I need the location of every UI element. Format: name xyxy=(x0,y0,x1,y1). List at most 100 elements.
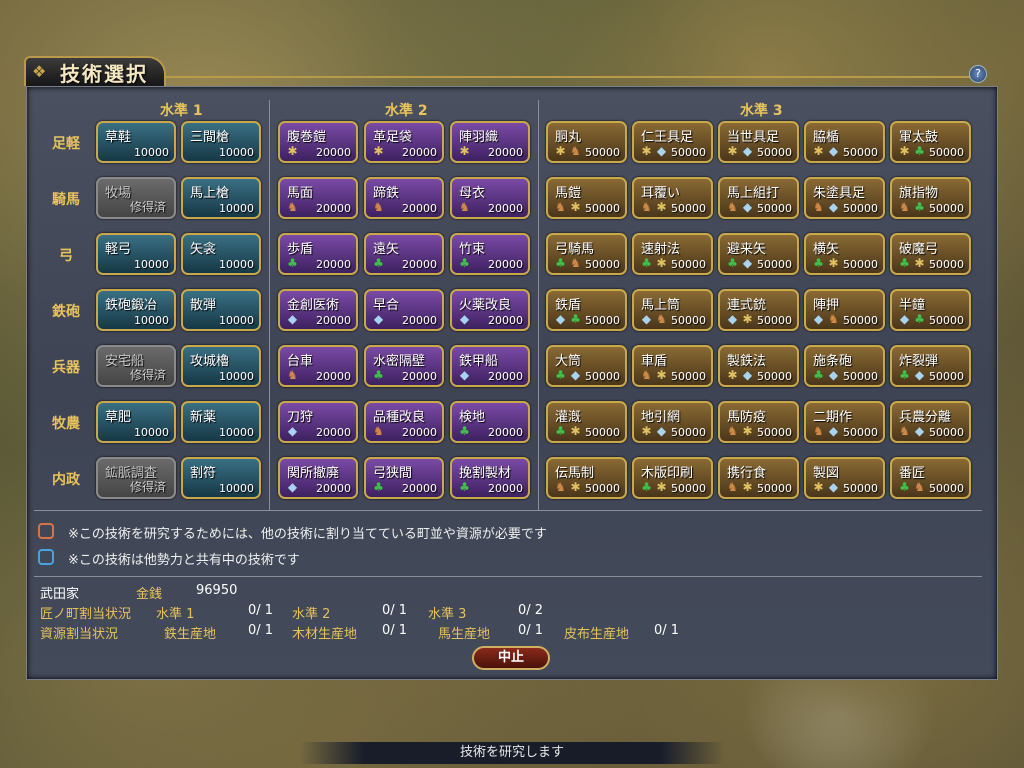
tech-cell[interactable]: 製鉄法 ✱ ◆ 50000 xyxy=(718,345,799,387)
tech-cost: 50000 xyxy=(757,146,792,159)
tech-cell[interactable]: 施条砲 ♣ ◆ 50000 xyxy=(804,345,885,387)
tech-cell[interactable]: 伝馬制 ♞ ✱ 50000 xyxy=(546,457,627,499)
tech-cell[interactable]: 番匠 ♣ ♞ 50000 xyxy=(890,457,971,499)
tech-cell[interactable]: 金創医術 ◆ 20000 xyxy=(278,289,358,331)
wood-resource-icon: ♣ xyxy=(813,368,824,382)
tech-cell[interactable]: 兵農分離 ♞ ◆ 50000 xyxy=(890,401,971,443)
tech-cost: 20000 xyxy=(488,370,523,383)
tech-cost: 50000 xyxy=(929,146,964,159)
tech-cell[interactable]: 陣押 ◆ ♞ 50000 xyxy=(804,289,885,331)
tech-name: 鉄砲鍛冶 xyxy=(105,298,158,313)
tech-cell[interactable]: 旗指物 ♞ ♣ 50000 xyxy=(890,177,971,219)
tech-cell[interactable]: 陣羽織 ✱ 20000 xyxy=(450,121,530,163)
tech-cell[interactable]: 耳覆い ♞ ✱ 50000 xyxy=(632,177,713,219)
tech-cell[interactable]: 鉄盾 ◆ ♣ 50000 xyxy=(546,289,627,331)
tech-cost: 50000 xyxy=(843,258,878,271)
tech-name: 品種改良 xyxy=(373,410,426,425)
tech-cell[interactable]: 早合 ◆ 20000 xyxy=(364,289,444,331)
tech-cell[interactable]: 台車 ♞ 20000 xyxy=(278,345,358,387)
help-icon[interactable]: ? xyxy=(969,65,987,83)
tech-cell[interactable]: 地引網 ✱ ◆ 50000 xyxy=(632,401,713,443)
cloth-resource-icon: ✱ xyxy=(641,144,652,158)
tech-cell[interactable]: 関所撤廃 ◆ 20000 xyxy=(278,457,358,499)
tech-cell[interactable]: 品種改良 ♞ 20000 xyxy=(364,401,444,443)
tech-cell[interactable]: 車盾 ♞ ✱ 50000 xyxy=(632,345,713,387)
tech-cell[interactable]: 鉄甲船 ◆ 20000 xyxy=(450,345,530,387)
wood-resource-icon: ♣ xyxy=(641,480,652,494)
stop-button[interactable]: 中止 xyxy=(472,646,550,670)
tech-cell[interactable]: 速射法 ♣ ✱ 50000 xyxy=(632,233,713,275)
tech-cell[interactable]: 弓狭間 ♣ 20000 xyxy=(364,457,444,499)
tech-cell[interactable]: 新薬 10000 xyxy=(181,401,261,443)
tech-cell[interactable]: 軍太鼓 ✱ ♣ 50000 xyxy=(890,121,971,163)
tech-cell[interactable]: 脇楯 ✱ ◆ 50000 xyxy=(804,121,885,163)
tech-name: 携行食 xyxy=(727,466,767,481)
tech-cell[interactable]: 火薬改良 ◆ 20000 xyxy=(450,289,530,331)
tech-name: 横矢 xyxy=(813,242,840,257)
cloth-resource-icon: ✱ xyxy=(459,144,470,158)
tech-cell[interactable]: 避来矢 ♣ ◆ 50000 xyxy=(718,233,799,275)
tech-cell[interactable]: 炸裂弾 ♣ ◆ 50000 xyxy=(890,345,971,387)
tech-cell[interactable]: 携行食 ♞ ✱ 50000 xyxy=(718,457,799,499)
tech-name: 破魔弓 xyxy=(899,242,939,257)
tech-cell[interactable]: 腹巻鎧 ✱ 20000 xyxy=(278,121,358,163)
cloth-resource-icon: ✱ xyxy=(570,424,581,438)
tech-cell[interactable]: 馬上組打 ♞ ◆ 50000 xyxy=(718,177,799,219)
tech-cell[interactable]: 散弾 10000 xyxy=(181,289,261,331)
tech-cell[interactable]: 検地 ♣ 20000 xyxy=(450,401,530,443)
title-rule xyxy=(164,76,984,78)
tech-cell[interactable]: 革足袋 ✱ 20000 xyxy=(364,121,444,163)
tech-cell[interactable]: 馬上槍 10000 xyxy=(181,177,261,219)
tech-cell[interactable]: 大筒 ♣ ◆ 50000 xyxy=(546,345,627,387)
tech-cell[interactable]: 歩盾 ♣ 20000 xyxy=(278,233,358,275)
tech-cell[interactable]: 二期作 ♞ ◆ 50000 xyxy=(804,401,885,443)
tech-cell[interactable]: 当世具足 ✱ ◆ 50000 xyxy=(718,121,799,163)
tech-cell[interactable]: 胴丸 ✱ ♞ 50000 xyxy=(546,121,627,163)
cloth-resource-icon: ✱ xyxy=(555,144,566,158)
horse-resource-icon: ♞ xyxy=(555,480,566,494)
tech-cell[interactable]: 遠矢 ♣ 20000 xyxy=(364,233,444,275)
orange-legend-swatch xyxy=(38,523,54,539)
cloth-resource-icon: ✱ xyxy=(656,256,667,270)
tech-cell[interactable]: 馬面 ♞ 20000 xyxy=(278,177,358,219)
tech-cell[interactable]: 弓騎馬 ♣ ♞ 50000 xyxy=(546,233,627,275)
learned-status: 修得済 xyxy=(129,480,166,494)
tech-name: 地引網 xyxy=(641,410,681,425)
tech-name: 腹巻鎧 xyxy=(287,130,327,145)
horse-resource-icon: ♞ xyxy=(727,200,738,214)
tech-cell[interactable]: 半鐘 ◆ ♣ 50000 xyxy=(890,289,971,331)
tech-cell[interactable]: 挽割製材 ♣ 20000 xyxy=(450,457,530,499)
tech-cell[interactable]: 馬鎧 ♞ ✱ 50000 xyxy=(546,177,627,219)
tech-cell[interactable]: 製図 ✱ ◆ 50000 xyxy=(804,457,885,499)
tech-cost: 20000 xyxy=(316,258,351,271)
tech-cell[interactable]: 朱塗具足 ♞ ◆ 50000 xyxy=(804,177,885,219)
tech-cell[interactable]: 連式銃 ◆ ✱ 50000 xyxy=(718,289,799,331)
tech-name: 番匠 xyxy=(899,466,926,481)
tech-cell[interactable]: 破魔弓 ♣ ✱ 50000 xyxy=(890,233,971,275)
tech-name: 火薬改良 xyxy=(459,298,512,313)
tech-cell[interactable]: 刀狩 ◆ 20000 xyxy=(278,401,358,443)
tech-cell[interactable]: 竹束 ♣ 20000 xyxy=(450,233,530,275)
tech-cell[interactable]: 軽弓 10000 xyxy=(96,233,176,275)
tech-cell[interactable]: 三間槍 10000 xyxy=(181,121,261,163)
tech-cell[interactable]: 馬上筒 ◆ ♞ 50000 xyxy=(632,289,713,331)
resource-item-value: 0/ 1 xyxy=(654,623,680,638)
tech-cell[interactable]: 蹄鉄 ♞ 20000 xyxy=(364,177,444,219)
tech-cell[interactable]: 母衣 ♞ 20000 xyxy=(450,177,530,219)
tech-cell[interactable]: 木版印刷 ♣ ✱ 50000 xyxy=(632,457,713,499)
tech-cell[interactable]: 鉄砲鍛冶 10000 xyxy=(96,289,176,331)
tech-cell[interactable]: 攻城櫓 10000 xyxy=(181,345,261,387)
tech-cell[interactable]: 草鞋 10000 xyxy=(96,121,176,163)
tech-cell[interactable]: 矢衾 10000 xyxy=(181,233,261,275)
wood-resource-icon: ♣ xyxy=(555,256,566,270)
tech-cell[interactable]: 横矢 ♣ ✱ 50000 xyxy=(804,233,885,275)
tech-cell[interactable]: 割符 10000 xyxy=(181,457,261,499)
tech-cost: 50000 xyxy=(929,202,964,215)
tech-cell[interactable]: 水密隔壁 ♣ 20000 xyxy=(364,345,444,387)
tech-cell[interactable]: 仁王具足 ✱ ◆ 50000 xyxy=(632,121,713,163)
tech-name: 草肥 xyxy=(105,410,132,425)
tech-cost: 50000 xyxy=(843,146,878,159)
tech-cell[interactable]: 草肥 10000 xyxy=(96,401,176,443)
tech-cell[interactable]: 馬防疫 ♞ ✱ 50000 xyxy=(718,401,799,443)
tech-cell[interactable]: 灌漑 ♣ ✱ 50000 xyxy=(546,401,627,443)
